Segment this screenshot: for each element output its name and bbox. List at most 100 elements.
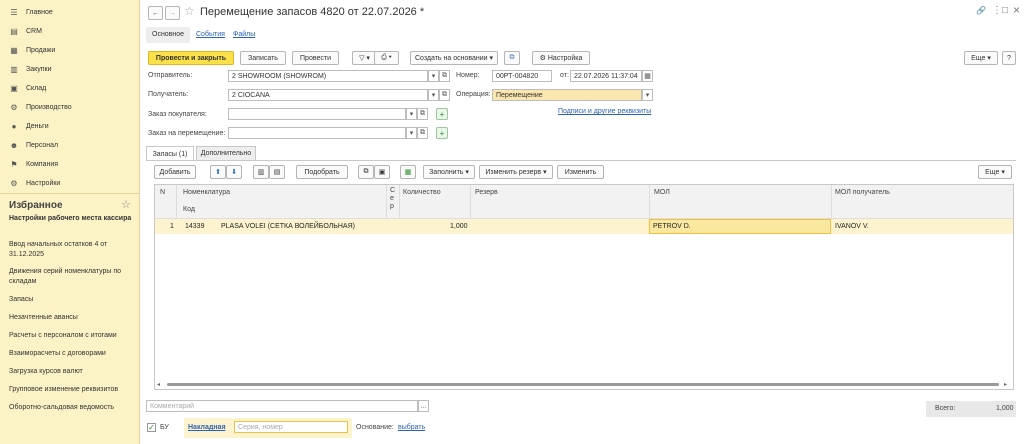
post-button[interactable]: Провести [292, 51, 339, 65]
column-header-mol-receiver[interactable]: МОЛ получатель [835, 189, 890, 196]
number-field[interactable]: 00РТ-004820 [492, 70, 552, 82]
sidebar-item-crm[interactable]: ▤ CRM [0, 22, 140, 40]
excel-button[interactable]: ▦ [400, 165, 416, 179]
filter-icon: ▽ ▾ [359, 55, 370, 62]
receiver-field[interactable]: 2 CIOCANA [228, 89, 428, 101]
paste-button[interactable]: ▣ [374, 165, 390, 179]
sidebar-item-purchases[interactable]: ▥ Закупки [0, 60, 140, 78]
column-header-n[interactable]: N [160, 189, 165, 196]
save-button[interactable]: Записать [240, 51, 286, 65]
sidebar-item-staff[interactable]: ☻ Персонал [0, 136, 140, 154]
operation-field[interactable]: Перемещение [492, 89, 642, 101]
data-button[interactable]: ▤ [269, 165, 285, 179]
favorite-item[interactable]: Расчеты с персоналом с итогами [9, 331, 134, 341]
fill-button[interactable]: Заполнить ▾ [423, 165, 475, 179]
series-number-field[interactable]: Серия, номер [234, 421, 348, 433]
scroll-right-icon[interactable]: ▸ [1004, 381, 1007, 388]
column-header-reserve[interactable]: Резерв [475, 189, 498, 196]
open-button[interactable]: ⧉ [439, 70, 450, 82]
open-button[interactable]: ⧉ [417, 127, 428, 139]
favorite-item[interactable]: Запасы [9, 295, 134, 305]
pick-button[interactable]: Подобрать [296, 165, 348, 179]
favorite-item[interactable]: Незачтенные авансы [9, 313, 134, 323]
comment-field[interactable]: Комментарий [146, 400, 418, 412]
change-button[interactable]: Изменить [557, 165, 604, 179]
move-up-button[interactable]: ⬆ [210, 165, 226, 179]
dropdown-button[interactable]: ▾ [406, 127, 417, 139]
favorite-item[interactable]: Ввод начальных остатков 4 от 31.12.2025 [9, 240, 134, 260]
invoice-link[interactable]: Накладная [188, 424, 226, 431]
favorite-item[interactable]: Загрузка курсов валют [9, 367, 134, 377]
settings-button[interactable]: ⚙ Настройка [532, 51, 590, 65]
sidebar-item-label: Персонал [26, 141, 59, 149]
favorite-item[interactable]: Групповое изменение реквизитов [9, 385, 134, 395]
transfer-order-field[interactable] [228, 127, 406, 139]
sidebar-item-money[interactable]: ● Деньги [0, 117, 140, 135]
column-header-series[interactable]: С е р [390, 187, 396, 211]
dropdown-button[interactable]: ▾ [406, 108, 417, 120]
column-header-nomenclature[interactable]: Номенклатура [183, 189, 230, 196]
link-icon[interactable]: 🔗 [976, 6, 986, 15]
tab-events[interactable]: События [196, 31, 225, 38]
favorite-item[interactable]: Настройки рабочего места кассира [9, 214, 134, 224]
signatures-link[interactable]: Подписи и другие реквизиты [558, 108, 651, 115]
favorite-item[interactable]: Взаиморасчеты с договорами [9, 349, 134, 359]
calendar-button[interactable]: ▦ [642, 70, 653, 82]
basis-select-link[interactable]: выбрать [398, 424, 425, 431]
tab-files[interactable]: Файлы [233, 31, 255, 38]
favorite-item[interactable]: Движения серий номенклатуры по складам [9, 267, 134, 287]
dropdown-button[interactable]: ▾ [642, 89, 653, 101]
sidebar-item-company[interactable]: ⚑ Компания [0, 155, 140, 173]
horizontal-scrollbar[interactable]: ◂ ▸ [157, 381, 1011, 388]
favorite-item[interactable]: Оборотно-сальдовая ведомость [9, 403, 134, 413]
plus-icon: + [439, 109, 445, 119]
post-and-close-button[interactable]: Провести и закрыть [148, 51, 234, 65]
date-field[interactable]: 22.07.2026 11:37:04 [570, 70, 642, 82]
column-header-quantity[interactable]: Количество [403, 189, 441, 196]
create-order-button[interactable]: + [436, 108, 448, 120]
close-icon[interactable]: × [1013, 3, 1020, 17]
bu-checkbox[interactable]: ✓ [147, 423, 156, 432]
structure-button[interactable]: ⧉ [504, 51, 520, 65]
sidebar-item-production[interactable]: ⚙ Производство [0, 98, 140, 116]
open-button[interactable]: ⧉ [417, 108, 428, 120]
forward-button[interactable]: → [165, 6, 180, 20]
star-icon[interactable]: ☆ [184, 4, 195, 18]
customer-order-field[interactable] [228, 108, 406, 120]
table-more-button[interactable]: Еще ▾ [978, 165, 1012, 179]
row-mol-cell[interactable]: PETROV D. [649, 219, 831, 234]
operation-label: Операция: [456, 91, 491, 98]
sidebar-item-main[interactable]: ☰ Главное [0, 3, 140, 21]
create-based-button[interactable]: Создать на основании ▾ [410, 51, 498, 65]
help-button[interactable]: ? [1002, 51, 1016, 65]
column-header-code[interactable]: Код [183, 206, 195, 213]
sales-icon: ▦ [10, 45, 18, 55]
move-down-button[interactable]: ⬇ [226, 165, 242, 179]
sidebar-item-warehouse[interactable]: ▣ Склад [0, 79, 140, 97]
print-button[interactable]: ⎙ ▾ [374, 51, 399, 65]
scrollbar-thumb[interactable] [167, 383, 999, 386]
sidebar-item-sales[interactable]: ▦ Продажи [0, 41, 140, 59]
more-icon[interactable]: ⋮ [992, 5, 1002, 16]
tab-main[interactable]: Основное [152, 31, 184, 38]
more-button[interactable]: Еще ▾ [964, 51, 998, 65]
restore-icon[interactable]: □ [1002, 5, 1008, 16]
scroll-left-icon[interactable]: ◂ [157, 381, 160, 388]
comment-more-button[interactable]: … [418, 400, 429, 412]
dropdown-button[interactable]: ▾ [428, 70, 439, 82]
sender-field[interactable]: 2 SHOWROOM (SHOWROM) [228, 70, 428, 82]
tab-additional[interactable]: Дополнительно [196, 146, 256, 160]
back-button[interactable]: ← [148, 6, 163, 20]
sidebar-item-settings[interactable]: ⚙ Настройки [0, 174, 140, 192]
copy-button[interactable]: ⧉ [358, 165, 374, 179]
open-button[interactable]: ⧉ [439, 89, 450, 101]
tab-stocks[interactable]: Запасы (1) [146, 146, 194, 161]
change-reserve-button[interactable]: Изменить резерв ▾ [479, 165, 553, 179]
star-icon[interactable]: ☆ [121, 198, 131, 211]
table-row[interactable]: 1 14339 PLASA VOLEI (СЕТКА ВОЛЕЙБОЛЬНАЯ)… [155, 219, 1013, 234]
create-transfer-order-button[interactable]: + [436, 127, 448, 139]
dropdown-button[interactable]: ▾ [428, 89, 439, 101]
add-button[interactable]: Добавить [154, 165, 196, 179]
column-header-mol[interactable]: МОЛ [654, 189, 670, 196]
barcode-button[interactable]: ▥ [253, 165, 269, 179]
